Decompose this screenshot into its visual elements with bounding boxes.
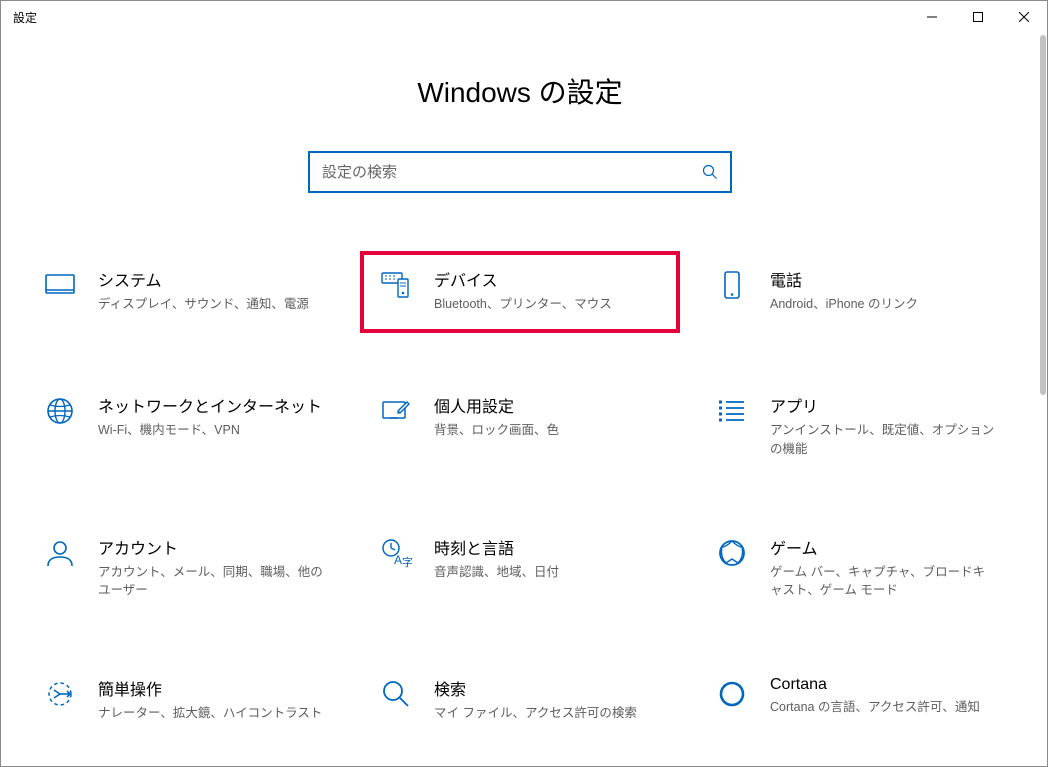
devices-icon (380, 269, 412, 301)
settings-tiles: システム ディスプレイ、サウンド、通知、電源 デバイス Bluetooth、プリ… (1, 261, 1039, 765)
system-icon (44, 269, 76, 301)
apps-icon (716, 395, 748, 427)
svg-text:字: 字 (402, 555, 412, 569)
tile-title: ネットワークとインターネット (98, 393, 324, 417)
tile-search[interactable]: 検索 マイ ファイル、アクセス許可の検索 (370, 670, 670, 732)
search-input[interactable] (322, 164, 702, 181)
tile-apps[interactable]: アプリ アンインストール、既定値、オプションの機能 (706, 387, 1006, 465)
window-title: 設定 (13, 9, 37, 26)
tile-title: 時刻と言語 (434, 535, 660, 559)
close-button[interactable] (1001, 1, 1047, 33)
tile-title: 電話 (770, 267, 996, 291)
tile-title: 簡単操作 (98, 676, 324, 700)
tile-subtitle: アンインストール、既定値、オプションの機能 (770, 421, 996, 459)
tile-subtitle: Android、iPhone のリンク (770, 295, 996, 314)
gaming-icon (716, 537, 748, 569)
tile-title: アプリ (770, 393, 996, 417)
cortana-icon (716, 678, 748, 710)
tile-title: ゲーム (770, 535, 996, 559)
tile-personalization[interactable]: 個人用設定 背景、ロック画面、色 (370, 387, 670, 465)
tile-subtitle: Wi-Fi、機内モード、VPN (98, 421, 324, 440)
tile-title: デバイス (434, 267, 660, 291)
tile-title: システム (98, 267, 324, 291)
scrollbar-thumb[interactable] (1040, 35, 1046, 395)
globe-icon (44, 395, 76, 427)
maximize-button[interactable] (955, 1, 1001, 33)
search-container (1, 151, 1039, 193)
tile-phone[interactable]: 電話 Android、iPhone のリンク (706, 261, 1006, 323)
minimize-button[interactable] (909, 1, 955, 33)
tile-subtitle: ゲーム バー、キャプチャ、ブロードキャスト、ゲーム モード (770, 563, 996, 601)
tile-subtitle: 音声認識、地域、日付 (434, 563, 660, 582)
tile-title: Cortana (770, 676, 996, 694)
phone-icon (716, 269, 748, 301)
accounts-icon (44, 537, 76, 569)
maximize-icon (973, 12, 983, 22)
tile-gaming[interactable]: ゲーム ゲーム バー、キャプチャ、ブロードキャスト、ゲーム モード (706, 529, 1006, 607)
personalization-icon (380, 395, 412, 427)
tile-devices[interactable]: デバイス Bluetooth、プリンター、マウス (370, 261, 670, 323)
titlebar: 設定 (1, 1, 1047, 33)
close-icon (1019, 12, 1029, 22)
tile-subtitle: Bluetooth、プリンター、マウス (434, 295, 660, 314)
time-language-icon: A 字 (380, 537, 412, 569)
svg-text:A: A (394, 553, 402, 567)
tile-accounts[interactable]: アカウント アカウント、メール、同期、職場、他のユーザー (34, 529, 334, 607)
tile-system[interactable]: システム ディスプレイ、サウンド、通知、電源 (34, 261, 334, 323)
tile-network[interactable]: ネットワークとインターネット Wi-Fi、機内モード、VPN (34, 387, 334, 465)
tile-subtitle: ディスプレイ、サウンド、通知、電源 (98, 295, 324, 314)
scrollbar[interactable] (1040, 33, 1046, 765)
tile-subtitle: ナレーター、拡大鏡、ハイコントラスト (98, 704, 324, 723)
tile-cortana[interactable]: Cortana Cortana の言語、アクセス許可、通知 (706, 670, 1006, 732)
ease-of-access-icon (44, 678, 76, 710)
window-controls (909, 1, 1047, 33)
minimize-icon (927, 12, 937, 22)
tile-subtitle: 背景、ロック画面、色 (434, 421, 660, 440)
search-category-icon (380, 678, 412, 710)
search-icon (702, 164, 718, 180)
tile-ease-of-access[interactable]: 簡単操作 ナレーター、拡大鏡、ハイコントラスト (34, 670, 334, 732)
tile-subtitle: アカウント、メール、同期、職場、他のユーザー (98, 563, 324, 601)
tile-subtitle: Cortana の言語、アクセス許可、通知 (770, 698, 996, 717)
tile-title: 個人用設定 (434, 393, 660, 417)
page-title: Windows の設定 (1, 71, 1039, 111)
tile-subtitle: マイ ファイル、アクセス許可の検索 (434, 704, 660, 723)
tile-time-language[interactable]: A 字 時刻と言語 音声認識、地域、日付 (370, 529, 670, 607)
tile-title: アカウント (98, 535, 324, 559)
tile-title: 検索 (434, 676, 660, 700)
content-area: Windows の設定 システム ディスプレイ、サウンド、通知、電源 (1, 33, 1039, 765)
search-box[interactable] (308, 151, 732, 193)
